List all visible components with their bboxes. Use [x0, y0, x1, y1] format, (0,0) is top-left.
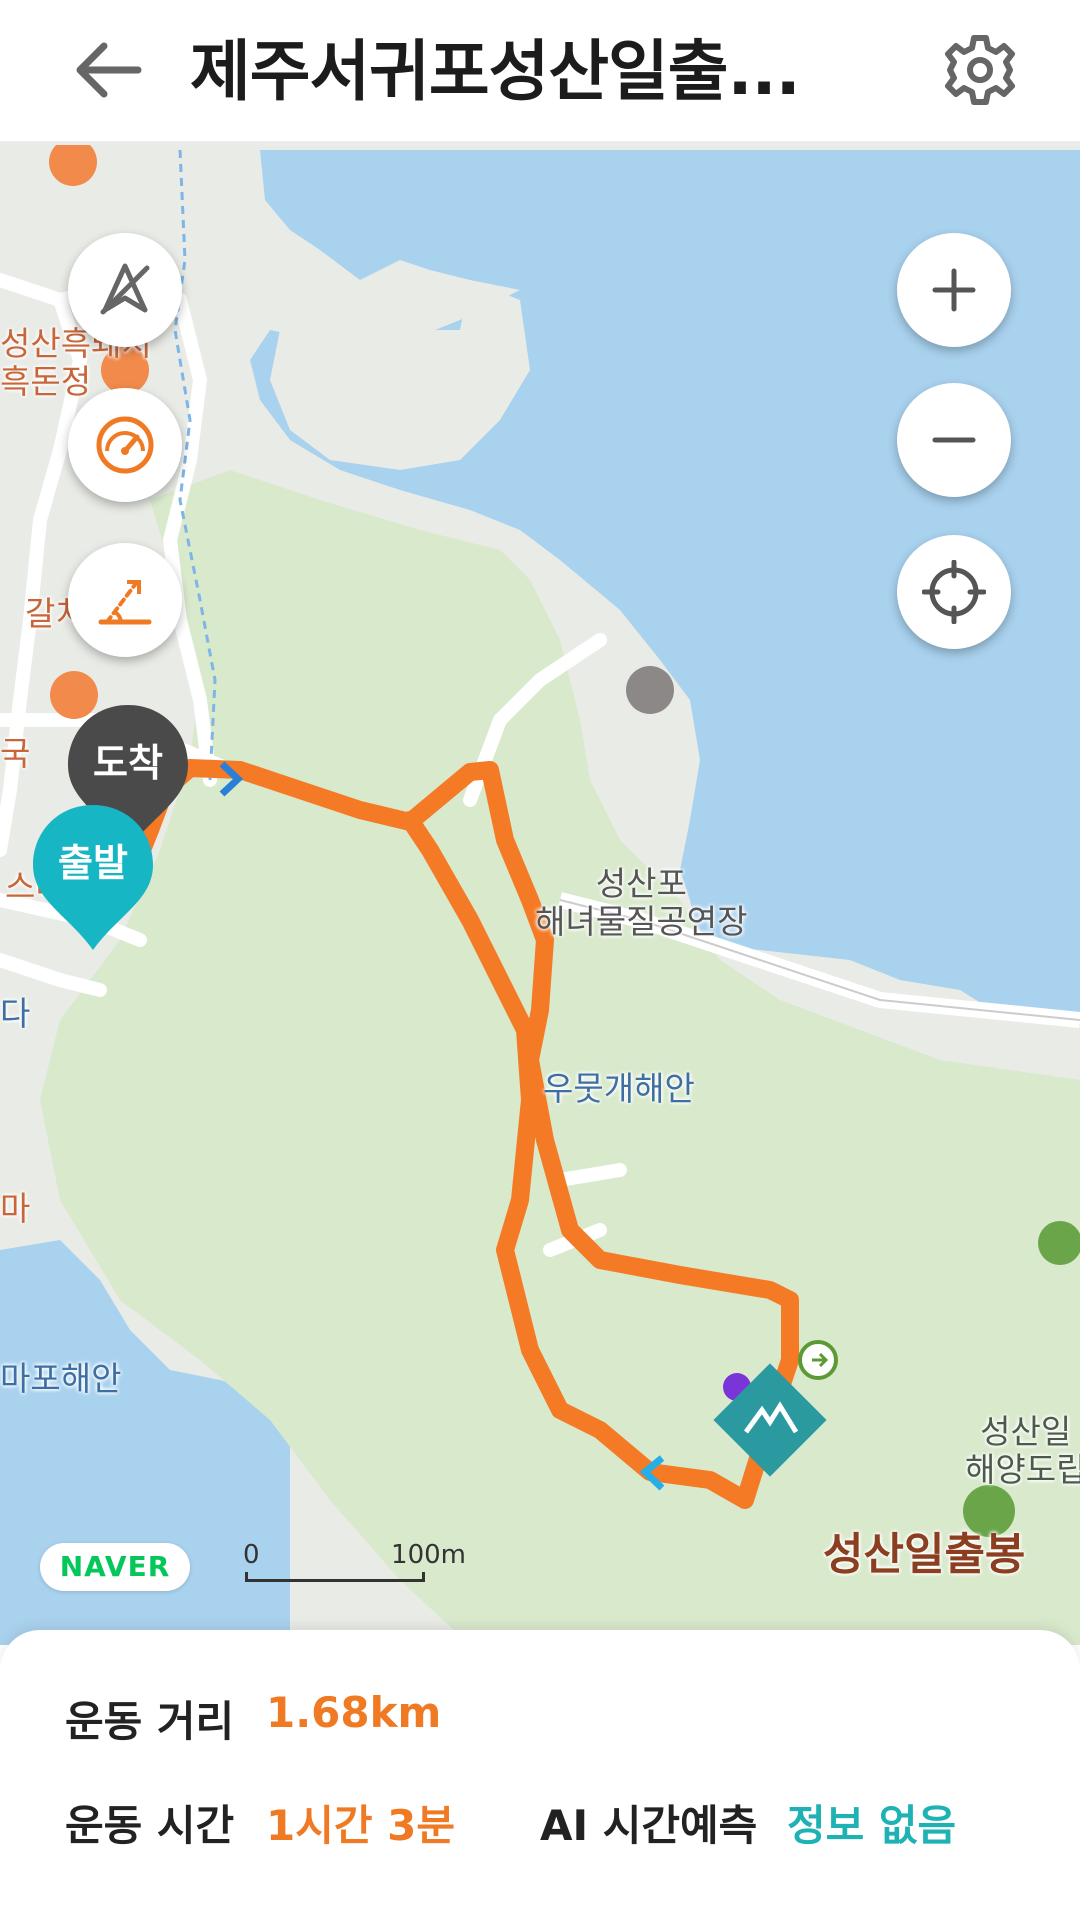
my-location-button[interactable]: [897, 535, 1011, 649]
scale-start: 0: [243, 1540, 260, 1570]
label-coast-left: 마포해안: [0, 1359, 122, 1398]
plus-icon: [932, 268, 976, 312]
label-umutgae-coast: 우뭇개해안: [543, 1069, 695, 1108]
arrow-left-icon: [76, 42, 142, 98]
ai-time-value: 정보 없음: [787, 1801, 957, 1850]
departure-marker[interactable]: 출발: [28, 800, 158, 960]
time-label: 운동 시간: [65, 1801, 235, 1850]
haenyeo-poi: [626, 666, 674, 714]
crosshair-icon: [922, 560, 986, 624]
label-marine-park[interactable]: 성산일 해양도립: [965, 1413, 1080, 1489]
speed-button[interactable]: [68, 388, 182, 502]
ai-time-label: AI 시간예측: [540, 1801, 758, 1850]
zoom-out-button[interactable]: [897, 383, 1011, 497]
scale-end: 100m: [391, 1540, 466, 1570]
departure-label: 출발: [58, 841, 128, 885]
distance-label: 운동 거리: [65, 1697, 235, 1746]
map-view[interactable]: 성산흑돼지흑돈정 갈치구이 국 스타 다 마 성산포해녀물질공연장 우뭇개해안 …: [0, 145, 1080, 1645]
gear-icon: [945, 35, 1015, 105]
time-value: 1시간 3분: [266, 1801, 455, 1850]
label-haenyeo-stage[interactable]: 성산포 해녀물질공연장: [535, 865, 748, 941]
top-app-bar: 제주서귀포성산일출...: [0, 0, 1080, 145]
back-button[interactable]: [70, 35, 150, 105]
slope-icon: [98, 580, 152, 625]
arrival-label: 도착: [93, 741, 163, 785]
label-seongsan-peak[interactable]: 성산일출봉: [823, 1529, 1025, 1581]
label-partial-2: 다: [0, 994, 31, 1033]
map-scale: 0 100m: [243, 1540, 466, 1585]
settings-button[interactable]: [940, 30, 1020, 110]
zoom-in-button[interactable]: [897, 233, 1011, 347]
page-title: 제주서귀포성산일출...: [190, 33, 801, 110]
label-partial-1: 국: [0, 734, 31, 773]
label-partial-3: 마: [0, 1189, 31, 1228]
speedometer-icon: [96, 416, 154, 474]
minus-icon: [932, 437, 976, 443]
naver-logo: NAVER: [40, 1543, 190, 1591]
compass-toggle-button[interactable]: [68, 233, 182, 347]
distance-value: 1.68km: [266, 1688, 442, 1737]
workout-summary-panel: 운동 거리 1.68km 운동 시간 1시간 3분 AI 시간예측 정보 없음: [0, 1630, 1080, 1910]
slope-button[interactable]: [68, 543, 182, 657]
compass-off-icon: [100, 263, 150, 315]
scale-line: [245, 1572, 425, 1582]
